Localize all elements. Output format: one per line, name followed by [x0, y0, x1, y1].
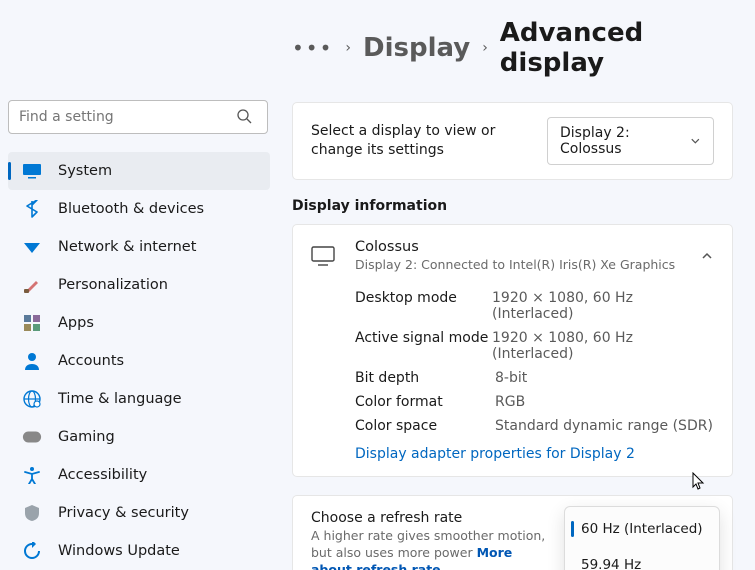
chevron-right-icon: ›	[345, 40, 351, 56]
breadcrumb-parent[interactable]: Display	[363, 33, 470, 63]
info-row: Color formatRGB	[355, 390, 714, 414]
display-selector-value: Display 2: Colossus	[560, 125, 680, 157]
main-content: ••• › Display › Advanced display Select …	[278, 0, 755, 570]
sidebar-item-network-internet[interactable]: Network & internet	[8, 228, 270, 266]
shield-icon	[22, 503, 42, 523]
info-key: Color format	[355, 394, 495, 410]
sidebar-item-label: Accessibility	[58, 467, 147, 483]
search-input[interactable]	[8, 100, 268, 134]
info-row: Desktop mode1920 × 1080, 60 Hz (Interlac…	[355, 286, 714, 326]
display-name: Colossus	[355, 239, 675, 255]
info-value: RGB	[495, 394, 525, 410]
sidebar-item-label: Accounts	[58, 353, 124, 369]
sidebar-item-label: Gaming	[58, 429, 115, 445]
person-icon	[22, 351, 42, 371]
globe-icon	[22, 389, 42, 409]
search-wrapper	[8, 100, 270, 134]
display-info-header[interactable]: Colossus Display 2: Connected to Intel(R…	[293, 225, 732, 286]
search-icon	[236, 108, 252, 124]
apps-icon	[22, 313, 42, 333]
select-display-prompt: Select a display to view or change its s…	[311, 122, 531, 160]
display-info-heading: Display information	[292, 198, 733, 214]
display-info-card: Colossus Display 2: Connected to Intel(R…	[292, 224, 733, 477]
refresh-rate-card: Choose a refresh rate A higher rate give…	[292, 495, 733, 570]
monitor-icon	[311, 246, 337, 266]
select-display-card: Select a display to view or change its s…	[292, 102, 733, 180]
sidebar-item-label: Time & language	[58, 391, 182, 407]
sidebar-item-label: Apps	[58, 315, 94, 331]
nav-list: System Bluetooth & devices Network & inter…	[8, 152, 270, 570]
bluetooth-icon	[22, 199, 42, 219]
sidebar-item-label: Windows Update	[58, 543, 180, 559]
info-key: Active signal mode	[355, 330, 492, 362]
sidebar-item-label: Personalization	[58, 277, 168, 293]
chevron-down-icon	[690, 135, 701, 147]
sidebar-item-label: Bluetooth & devices	[58, 201, 204, 217]
wifi-icon	[22, 237, 42, 257]
system-icon	[22, 161, 42, 181]
chevron-up-icon	[700, 249, 714, 263]
info-key: Color space	[355, 418, 495, 434]
page-title: Advanced display	[500, 18, 733, 78]
display-info-body: Desktop mode1920 × 1080, 60 Hz (Interlac…	[293, 286, 732, 476]
display-connection: Display 2: Connected to Intel(R) Iris(R)…	[355, 257, 675, 272]
refresh-rate-option[interactable]: 59.94 Hz (Interlaced)	[569, 547, 715, 570]
sidebar-item-time-language[interactable]: Time & language	[8, 380, 270, 418]
info-value: Standard dynamic range (SDR)	[495, 418, 713, 434]
gaming-icon	[22, 427, 42, 447]
chevron-right-icon: ›	[482, 40, 488, 56]
brush-icon	[22, 275, 42, 295]
sidebar-item-accounts[interactable]: Accounts	[8, 342, 270, 380]
sidebar-item-gaming[interactable]: Gaming	[8, 418, 270, 456]
sidebar-item-accessibility[interactable]: Accessibility	[8, 456, 270, 494]
breadcrumb: ••• › Display › Advanced display	[292, 18, 733, 78]
sidebar-item-label: Network & internet	[58, 239, 196, 255]
sidebar-item-windows-update[interactable]: Windows Update	[8, 532, 270, 570]
sidebar-item-personalization[interactable]: Personalization	[8, 266, 270, 304]
sidebar-item-bluetooth-devices[interactable]: Bluetooth & devices	[8, 190, 270, 228]
sidebar-item-apps[interactable]: Apps	[8, 304, 270, 342]
cursor-icon	[692, 472, 706, 490]
refresh-rate-subtitle: A higher rate gives smoother motion, but…	[311, 528, 551, 570]
info-value: 1920 × 1080, 60 Hz (Interlaced)	[492, 290, 714, 322]
settings-sidebar: System Bluetooth & devices Network & inter…	[0, 0, 278, 570]
adapter-properties-link[interactable]: Display adapter properties for Display 2	[355, 446, 635, 462]
refresh-rate-option[interactable]: 60 Hz (Interlaced)	[569, 511, 715, 547]
info-key: Bit depth	[355, 370, 495, 386]
info-row: Bit depth8-bit	[355, 366, 714, 390]
info-row: Active signal mode1920 × 1080, 60 Hz (In…	[355, 326, 714, 366]
info-value: 1920 × 1080, 60 Hz (Interlaced)	[492, 330, 714, 362]
display-selector-dropdown[interactable]: Display 2: Colossus	[547, 117, 714, 165]
sidebar-item-label: System	[58, 163, 112, 179]
accessibility-icon	[22, 465, 42, 485]
refresh-rate-dropdown-open: 60 Hz (Interlaced)59.94 Hz (Interlaced)5…	[564, 506, 720, 570]
sidebar-item-system[interactable]: System	[8, 152, 270, 190]
sidebar-item-label: Privacy & security	[58, 505, 189, 521]
refresh-rate-title: Choose a refresh rate	[311, 510, 551, 526]
sidebar-item-privacy-security[interactable]: Privacy & security	[8, 494, 270, 532]
breadcrumb-ellipsis-icon[interactable]: •••	[292, 36, 333, 60]
info-key: Desktop mode	[355, 290, 492, 322]
info-row: Color spaceStandard dynamic range (SDR)	[355, 414, 714, 438]
info-value: 8-bit	[495, 370, 527, 386]
update-icon	[22, 541, 42, 561]
